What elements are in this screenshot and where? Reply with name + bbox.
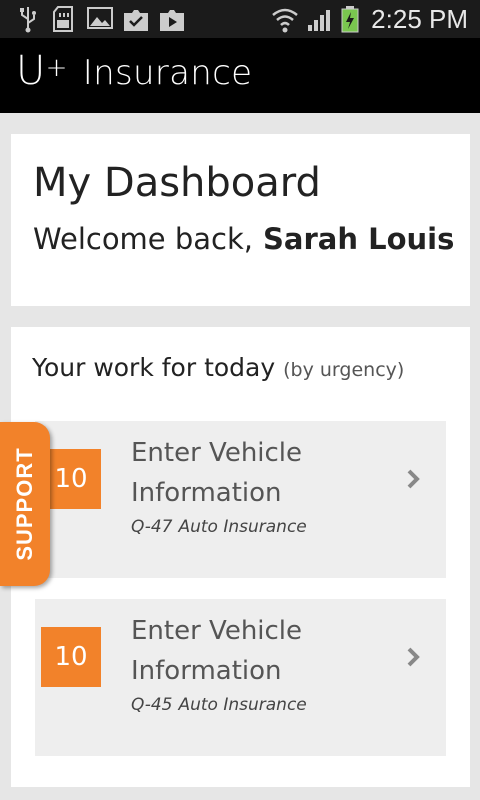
- app-title-text: Insurance: [82, 53, 253, 93]
- work-card: Your work for today (by urgency) 10 Ente…: [11, 327, 470, 787]
- image-icon: [87, 7, 113, 29]
- media-icon: [160, 10, 184, 31]
- task-type: Auto Insurance: [178, 695, 307, 715]
- usb-icon: [20, 7, 36, 33]
- welcome-card: My Dashboard Welcome back, Sarah Louis: [11, 134, 470, 306]
- support-label: SUPPORT: [12, 447, 37, 561]
- download-done-icon: [124, 10, 148, 31]
- task-title: Enter Vehicle Information: [131, 616, 303, 686]
- battery-charging-icon: [341, 6, 359, 33]
- welcome-message: Welcome back, Sarah Louis: [33, 222, 454, 256]
- app-header: U+ Insurance: [0, 38, 480, 113]
- task-meta: Q-45 Auto Insurance: [131, 695, 307, 715]
- status-time: 2:25 PM: [371, 4, 468, 34]
- chevron-right-icon: [407, 469, 420, 489]
- chevron-right-icon: [407, 647, 420, 667]
- task-item[interactable]: 10 Enter Vehicle Information Q-47 Auto In…: [35, 421, 446, 578]
- support-tab[interactable]: SUPPORT: [0, 422, 50, 586]
- welcome-prefix: Welcome back,: [33, 222, 254, 256]
- app-title-u: U: [16, 48, 46, 94]
- urgency-badge: 10: [41, 449, 101, 509]
- wifi-icon: [272, 8, 298, 33]
- task-title: Enter Vehicle Information: [131, 438, 303, 508]
- task-meta: Q-47 Auto Insurance: [131, 517, 307, 537]
- app-title-plus: +: [45, 53, 68, 83]
- task-item[interactable]: 10 Enter Vehicle Information Q-45 Auto In…: [35, 599, 446, 756]
- task-quote-id: Q-45: [131, 695, 173, 715]
- work-heading-sub: (by urgency): [283, 359, 405, 381]
- user-name: Sarah Louis: [263, 222, 455, 256]
- sd-card-icon: [53, 6, 73, 32]
- app-title: U+ Insurance: [16, 48, 252, 94]
- status-bar: 2:25 PM: [0, 0, 480, 38]
- task-type: Auto Insurance: [178, 517, 307, 537]
- work-heading: Your work for today (by urgency): [32, 353, 404, 382]
- work-heading-title: Your work for today: [32, 353, 276, 382]
- signal-icon: [308, 10, 330, 31]
- dashboard-title: My Dashboard: [33, 160, 321, 206]
- task-quote-id: Q-47: [131, 517, 173, 537]
- urgency-badge: 10: [41, 627, 101, 687]
